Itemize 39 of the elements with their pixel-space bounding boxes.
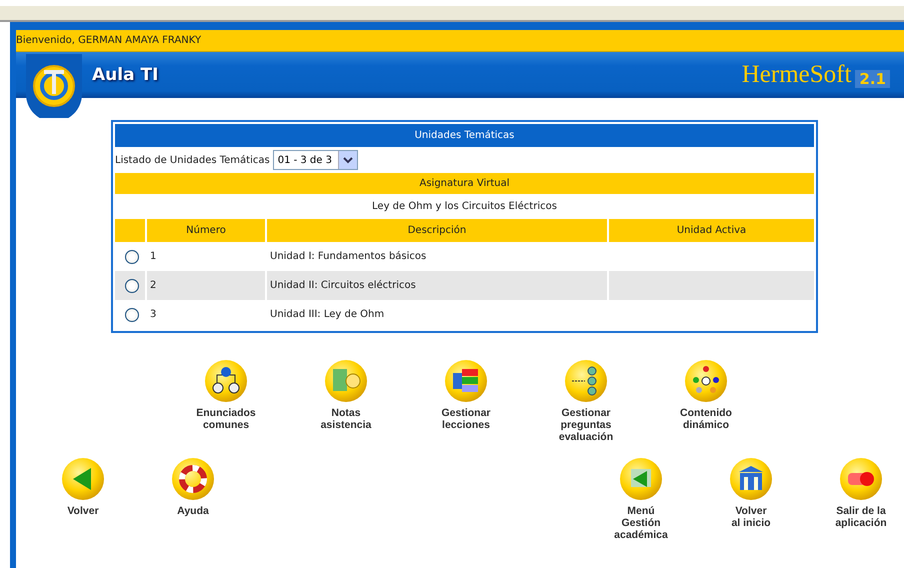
row-radio[interactable] xyxy=(125,250,139,264)
brand-name: HermeSoft xyxy=(742,61,852,89)
help-icon xyxy=(171,457,215,501)
table-cell: Unidad II: Circuitos eléctricos xyxy=(267,271,607,300)
row-radio[interactable] xyxy=(125,308,139,322)
nav-button[interactable]: Ayuda xyxy=(138,457,248,541)
exit-icon xyxy=(839,457,883,501)
tool-button[interactable]: Gestionar lecciones xyxy=(406,359,526,443)
subject-name: Ley de Ohm y los Circuitos Eléctricos xyxy=(371,200,558,214)
tool-button[interactable]: Notas asistencia xyxy=(286,359,406,443)
row-radio[interactable] xyxy=(125,278,139,292)
grades-icon xyxy=(324,359,368,403)
nav-button[interactable]: Volver al inicio xyxy=(696,457,806,541)
column-header: Descripción xyxy=(267,219,607,242)
caret-icon xyxy=(338,151,357,169)
content-icon xyxy=(684,359,728,403)
list-label: Listado de Unidades Temáticas xyxy=(115,154,270,166)
lessons-icon xyxy=(444,359,488,403)
nav-button[interactable]: Menú Gestión académica xyxy=(586,457,696,541)
nav-button[interactable]: Volver xyxy=(28,457,138,541)
version-label: 2.1 xyxy=(855,70,890,88)
logo-icon xyxy=(26,54,82,118)
panel-title: Unidades Temáticas xyxy=(115,124,814,147)
back-icon xyxy=(61,457,105,501)
tool-button[interactable]: Contenido dinámico xyxy=(646,359,766,443)
subject-heading: Asignatura Virtual xyxy=(115,173,814,194)
column-header: Unidad Activa xyxy=(609,219,814,242)
welcome-text: Bienvenido, GERMAN AMAYA FRANKY xyxy=(16,30,904,52)
column-header: Número xyxy=(147,219,265,242)
questions-icon xyxy=(564,359,608,403)
list-select[interactable]: 01 - 3 de 3 xyxy=(272,150,358,170)
tool-button[interactable]: Gestionar preguntas evaluación xyxy=(526,359,646,443)
app-title: Aula TI xyxy=(92,65,160,85)
home-icon xyxy=(729,457,773,501)
menu-icon xyxy=(619,457,663,501)
tree-icon xyxy=(204,359,248,403)
nav-button[interactable]: Salir de la aplicación xyxy=(806,457,904,541)
tool-button[interactable]: Enunciados comunes xyxy=(166,359,286,443)
table-cell: 2 xyxy=(147,271,265,300)
